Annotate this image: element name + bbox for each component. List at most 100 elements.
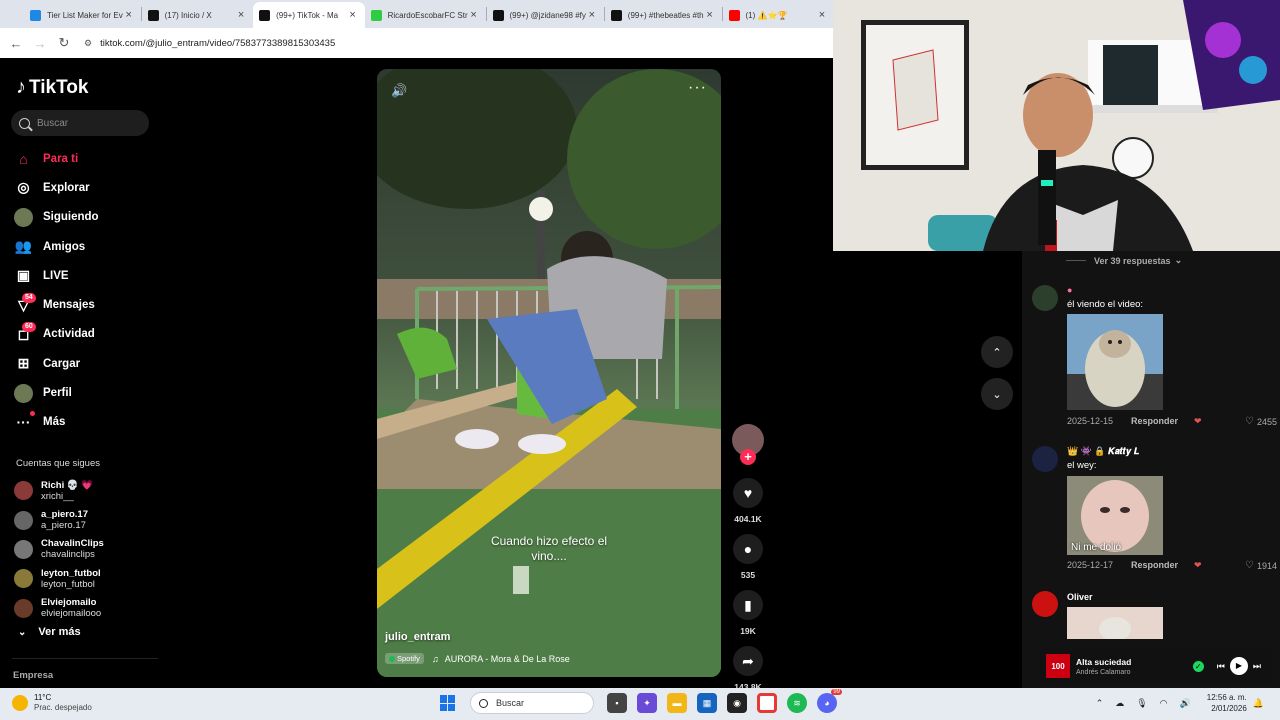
see-more-button[interactable]: ⌄ Ver más xyxy=(18,626,81,638)
company-link[interactable]: Empresa xyxy=(13,670,53,681)
tray-expand-icon[interactable]: ⌃ xyxy=(1096,698,1104,709)
followed-account[interactable]: Richi 💀 💗 xrichi__ xyxy=(14,476,104,505)
notification-bell-icon[interactable]: 🔔 xyxy=(1253,698,1264,709)
cloud-icon[interactable]: ☁ xyxy=(1115,698,1124,709)
browser-tab[interactable]: (1) ⚠️⭐🏆 × xyxy=(723,2,834,28)
previous-track-icon[interactable]: ⏮ xyxy=(1217,661,1225,672)
followed-account[interactable]: Elviejomailo elviejomailooo xyxy=(14,594,104,623)
browser-tab[interactable]: RicardoEscobarFC Str × xyxy=(365,2,486,28)
microphone-icon[interactable]: 🎙 xyxy=(1136,698,1147,709)
comment-image-dog[interactable] xyxy=(1067,314,1163,410)
like-action[interactable]: ♥ 404.1K xyxy=(730,478,766,524)
caption-line-2: vino.... xyxy=(531,549,567,563)
obs-icon[interactable]: ◉ xyxy=(727,693,747,713)
search-icon xyxy=(479,698,488,708)
play-icon[interactable]: ▶ xyxy=(1229,657,1248,675)
saved-check-icon[interactable]: ✓ xyxy=(1192,660,1204,672)
close-tab-icon[interactable]: × xyxy=(468,9,480,21)
next-track-icon[interactable]: ⏭ xyxy=(1253,661,1261,672)
commenter-name[interactable]: Oliver xyxy=(1067,592,1093,602)
followed-account[interactable]: leyton_futbol leyton_futbol xyxy=(14,564,104,593)
view-replies-button[interactable]: Ver 39 respuestas ⌄ xyxy=(1066,255,1182,266)
discord-icon[interactable]: ◕ 99 xyxy=(817,689,842,713)
file-explorer-icon[interactable]: ▬ xyxy=(667,693,687,713)
bookmark-icon[interactable]: ▮ xyxy=(733,590,763,620)
comment-image-sticker[interactable]: Ni me dolió xyxy=(1067,476,1163,555)
copilot-icon[interactable]: ✦ xyxy=(637,693,657,713)
address-bar[interactable]: ⚙ tiktok.com/@julio_entram/video/7583773… xyxy=(84,38,335,49)
album-art[interactable]: 100 xyxy=(1046,654,1070,678)
reply-button[interactable]: Responder xyxy=(1131,416,1178,427)
share-action[interactable]: ➦ 143.8K xyxy=(730,646,766,692)
windows-start-icon[interactable] xyxy=(440,695,456,711)
sidebar-item-actividad[interactable]: ◻ 60 Actividad xyxy=(14,320,99,349)
comment-like-button[interactable]: ♡ 2455 xyxy=(1245,416,1277,427)
sidebar-item-mensajes[interactable]: ▽ 54 Mensajes xyxy=(14,290,99,319)
reply-button[interactable]: Responder xyxy=(1131,560,1178,571)
clock[interactable]: 12:56 a. m. 2/01/2026 xyxy=(1207,692,1247,714)
close-tab-icon[interactable]: × xyxy=(123,9,135,21)
weather-widget[interactable]: 11°C Prac. despejado xyxy=(12,693,92,713)
spotify-icon[interactable]: ≋ xyxy=(787,693,807,713)
spotify-tag[interactable]: Spotify xyxy=(385,653,424,664)
sidebar-item-siguiendo[interactable]: ● Siguiendo xyxy=(14,203,99,232)
follow-plus-icon[interactable]: + xyxy=(740,449,756,465)
account-avatar xyxy=(14,481,33,501)
wifi-icon[interactable]: ◠ xyxy=(1160,698,1168,709)
share-icon[interactable]: ➦ xyxy=(733,646,763,676)
browser-tab[interactable]: (17) Inicio / X × xyxy=(142,2,253,28)
commenter-name-icon[interactable]: ● xyxy=(1067,285,1072,295)
volume-icon[interactable]: 🔊 xyxy=(1180,698,1191,709)
store-icon[interactable]: ▦ xyxy=(697,693,717,713)
sidebar-item-amigos[interactable]: 👥 Amigos xyxy=(14,232,99,261)
commenter-avatar[interactable] xyxy=(1032,285,1058,311)
comment-action[interactable]: ● 535 xyxy=(730,534,766,580)
comment-icon[interactable]: ● xyxy=(733,534,763,564)
browser-tab[interactable]: (99+) TikTok - Ma × xyxy=(253,2,365,28)
close-tab-icon[interactable]: × xyxy=(816,9,828,21)
video-author[interactable]: julio_entram xyxy=(385,631,450,643)
task-view-icon[interactable]: ▪ xyxy=(607,693,627,713)
tiktok-logo[interactable]: ♪ TikTok xyxy=(16,76,88,99)
sidebar-item-cargar[interactable]: ⊞ Cargar xyxy=(14,349,99,378)
taskbar-search[interactable]: Buscar xyxy=(470,692,594,714)
volume-icon[interactable]: 🔊 xyxy=(391,83,407,99)
next-video-button[interactable]: ⌄ xyxy=(981,378,1013,410)
followed-account[interactable]: ChavalinClips chavalinclips xyxy=(14,535,104,564)
sidebar-item-explorar[interactable]: ◎ Explorar xyxy=(14,173,99,202)
sidebar-item-label: Actividad xyxy=(43,328,95,341)
chrome-icon[interactable] xyxy=(757,693,777,713)
close-tab-icon[interactable]: × xyxy=(704,9,716,21)
back-icon[interactable]: ← xyxy=(4,36,28,51)
commenter-avatar[interactable] xyxy=(1032,446,1058,472)
music-row[interactable]: Spotify ♫ AURORA - Mora & De La Rose xyxy=(385,653,570,664)
comment-like-button[interactable]: ♡ 1914 xyxy=(1245,560,1277,571)
video-player[interactable]: 🔊 ··· Cuando hizo efecto el vino.... jul… xyxy=(377,69,721,677)
heart-icon[interactable]: ♥ xyxy=(733,478,763,508)
comment-date: 2025-12-15 xyxy=(1067,416,1114,426)
forward-icon[interactable]: → xyxy=(28,36,52,51)
browser-tab[interactable]: (99+) #thebeatles #th × xyxy=(605,2,722,28)
close-tab-icon[interactable]: × xyxy=(586,9,598,21)
browser-tab[interactable]: (99+) @jzidane98 #fy × xyxy=(487,2,604,28)
browser-tab[interactable]: Tier List Maker for Ev × xyxy=(24,2,141,28)
comment-image[interactable] xyxy=(1067,607,1163,639)
sidebar-item-live[interactable]: ▣ LIVE xyxy=(14,261,99,290)
search-input[interactable]: Buscar xyxy=(11,110,149,136)
account-text: Elviejomailo elviejomailooo xyxy=(41,597,101,619)
comments-panel: Ver 39 respuestas ⌄ ● él viendo el video… xyxy=(1022,251,1280,688)
commenter-name[interactable]: 👑 👾 🔒 𝑲𝒂𝒕𝒕𝒚 𝑳 xyxy=(1067,446,1139,457)
site-info-icon[interactable]: ⚙ xyxy=(84,38,92,49)
save-action[interactable]: ▮ 19K xyxy=(730,590,766,636)
previous-video-button[interactable]: ⌃ xyxy=(981,336,1013,368)
sidebar-item-perfil[interactable]: ● Perfil xyxy=(14,378,99,407)
reload-icon[interactable]: ↻ xyxy=(52,35,76,51)
close-tab-icon[interactable]: × xyxy=(347,9,359,21)
sidebar-item-para-ti[interactable]: ⌂ Para ti xyxy=(14,144,99,173)
followed-account[interactable]: a_piero.17 a_piero.17 xyxy=(14,505,104,534)
commenter-avatar[interactable] xyxy=(1032,591,1058,617)
more-options-icon[interactable]: ··· xyxy=(688,79,707,97)
close-tab-icon[interactable]: × xyxy=(235,9,247,21)
creator-avatar[interactable]: + xyxy=(732,424,764,465)
sidebar-item-ms[interactable]: ··· Más xyxy=(14,408,99,437)
